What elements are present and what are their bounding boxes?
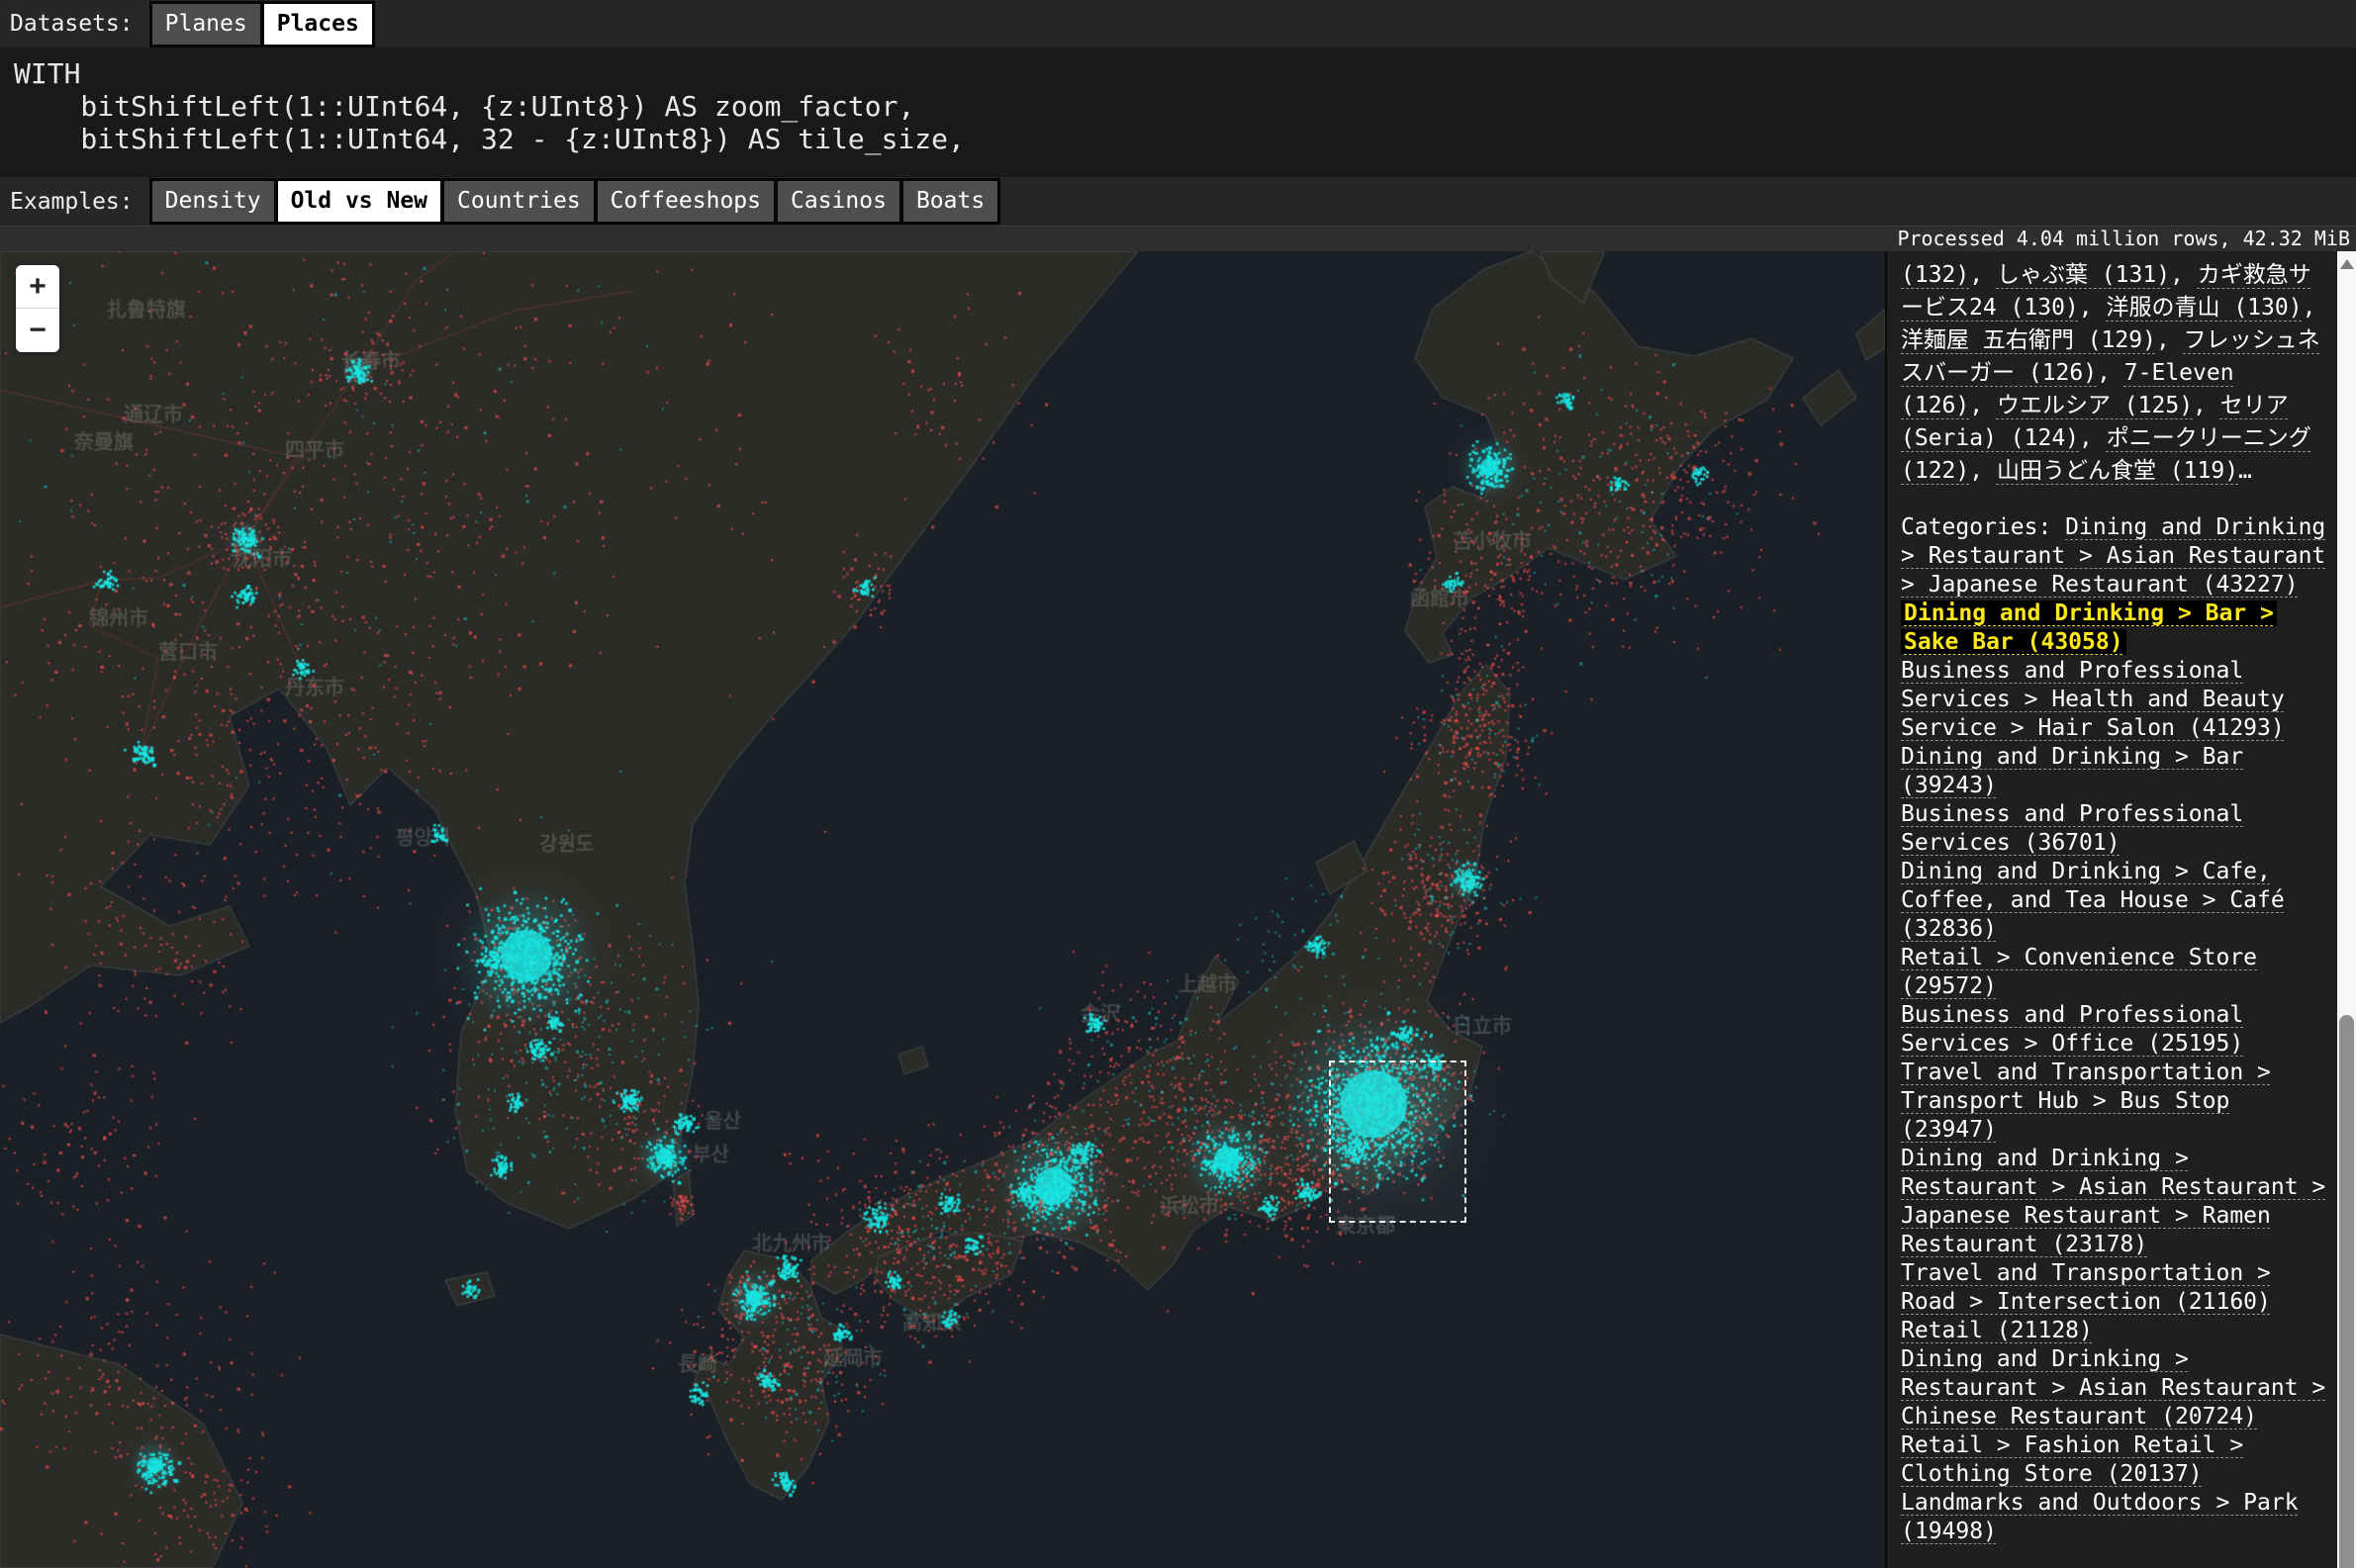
old-vs-new-button[interactable]: Old vs New [278,181,440,222]
status-bar: Processed 4.04 million rows, 42.32 MiB [0,226,2356,251]
density-button[interactable]: Density [152,181,274,222]
category-link[interactable]: Retail (21128) [1901,1318,2093,1343]
scroll-up-arrow-icon[interactable] [2340,259,2354,269]
top-name-link[interactable]: ウエルシア (125) [1997,393,2193,418]
query-editor[interactable]: WITH bitShiftLeft(1::UInt64, {z:UInt8}) … [14,57,2356,155]
app-window: Datasets: PlanesPlaces WITH bitShiftLeft… [0,0,2356,1568]
category-link[interactable]: Landmarks and Outdoors > Park (19498) [1901,1490,2299,1544]
coffeeshops-button[interactable]: Coffeeshops [598,181,774,222]
countries-button[interactable]: Countries [444,181,594,222]
category-link[interactable]: Travel and Transportation > Transport Hu… [1901,1060,2271,1143]
top-names-paragraph: (132), しゃぶ葉 (131), カギ救急サービス24 (130), 洋服の… [1901,259,2327,488]
zoom-out-button[interactable]: − [16,309,59,352]
sidebar-scrollbar[interactable] [2337,251,2356,1568]
datasets-button-group: PlanesPlaces [149,1,375,47]
rows-processed-text: Processed 4.04 million rows, 42.32 MiB [1897,227,2350,250]
scrollbar-thumb[interactable] [2339,1015,2354,1568]
casinos-button[interactable]: Casinos [778,181,899,222]
map-canvas[interactable] [0,251,1885,1568]
category-link[interactable]: Business and Professional Services (3670… [1901,801,2243,856]
places-button[interactable]: Places [264,4,372,45]
datasets-bar: Datasets: PlanesPlaces [0,0,2356,47]
categories-paragraph: Categories: Dining and Drinking > Restau… [1901,513,2327,1546]
categories-label: Categories: [1901,514,2065,540]
top-name-link[interactable]: 洋服の青山 (130) [2106,295,2302,321]
category-link[interactable]: Retail > Convenience Store (29572) [1901,945,2257,999]
top-name-link[interactable]: 洋麺屋 五右衛門 (129) [1901,327,2156,353]
map-selection-rectangle[interactable] [1329,1061,1466,1223]
datasets-label: Datasets: [10,11,134,37]
category-link[interactable]: Business and Professional Services > Hea… [1901,658,2285,741]
examples-label: Examples: [10,189,134,215]
category-link[interactable]: Retail > Fashion Retail > Clothing Store… [1901,1432,2243,1487]
category-link[interactable]: Business and Professional Services > Off… [1901,1002,2243,1057]
planes-button[interactable]: Planes [152,4,260,45]
map-panel: + − [0,251,1885,1568]
category-link[interactable]: Dining and Drinking > Bar (39243) [1901,744,2243,798]
category-link[interactable]: Dining and Drinking > Cafe, Coffee, and … [1901,859,2285,942]
map-zoom-control: + − [16,265,59,352]
top-name-link[interactable]: しゃぶ葉 (131) [1997,262,2170,288]
category-link-highlighted[interactable]: Dining and Drinking > Bar > Sake Bar (43… [1901,600,2277,655]
category-link[interactable]: Dining and Drinking > Restaurant > Asian… [1901,1346,2325,1430]
top-name-link[interactable]: (132) [1901,262,1969,288]
query-editor-panel: WITH bitShiftLeft(1::UInt64, {z:UInt8}) … [0,47,2356,177]
examples-bar: Examples: DensityOld vs NewCountriesCoff… [0,177,2356,226]
boats-button[interactable]: Boats [903,181,997,222]
category-link[interactable]: Travel and Transportation > Road > Inter… [1901,1260,2271,1315]
examples-button-group: DensityOld vs NewCountriesCoffeeshopsCas… [149,178,1001,225]
category-link[interactable]: Dining and Drinking > Restaurant > Asian… [1901,1146,2325,1257]
results-sidebar: (132), しゃぶ葉 (131), カギ救急サービス24 (130), 洋服の… [1885,251,2337,1568]
top-name-link[interactable]: 山田うどん食堂 (119) [1997,458,2238,484]
zoom-in-button[interactable]: + [16,265,59,309]
